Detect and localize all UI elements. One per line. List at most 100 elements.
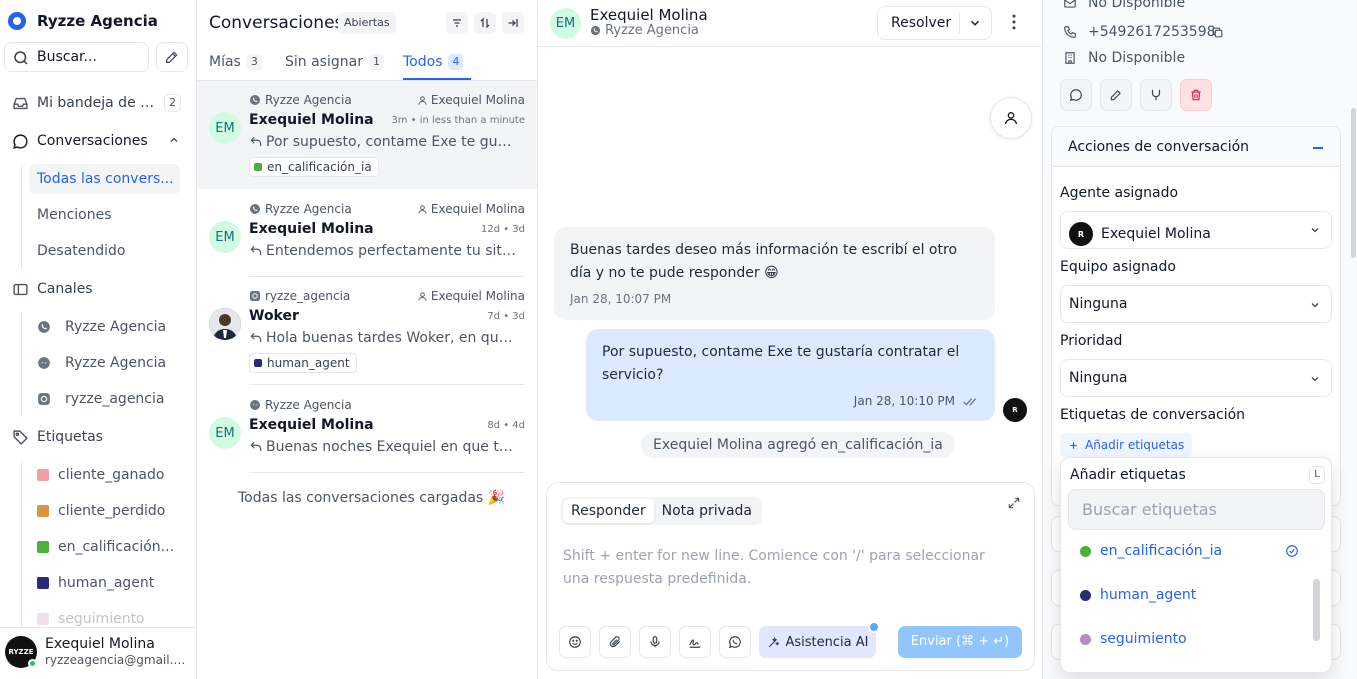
label-option-text: seguimiento — [1100, 631, 1187, 647]
sidebar-item-channel-instagram[interactable]: ryzze_agencia — [29, 384, 180, 414]
tab-mine[interactable]: Mías 3 — [209, 52, 262, 72]
smile-icon — [568, 635, 582, 649]
sidebar-item-all-conversations[interactable]: Todas las convers... — [29, 164, 180, 194]
chevron-up-icon[interactable] — [168, 134, 180, 146]
add-labels-button[interactable]: Añadir etiquetas — [1060, 433, 1193, 457]
incoming-message: Buenas tardes deseo más información te e… — [554, 227, 995, 320]
label-color-swatch — [37, 613, 49, 625]
avatar[interactable]: EM — [550, 8, 581, 39]
send-button[interactable]: Enviar (⌘ + ↵) — [898, 626, 1022, 658]
sidebar-item-labels[interactable]: Etiquetas — [12, 425, 103, 449]
whatsapp-icon — [249, 203, 261, 215]
conversation-item[interactable]: EM Ryzze Agencia Exequiel Molina 8d • 4d… — [197, 386, 537, 473]
avatar — [209, 308, 241, 340]
chevron-down-icon — [1309, 373, 1321, 385]
assignee-name: Exequiel Molina — [430, 289, 525, 303]
phone-icon — [1063, 25, 1081, 39]
sidebar-item-channel-whatsapp[interactable]: Ryzze Agencia — [29, 312, 180, 342]
sidebar-item-unattended[interactable]: Desatendido — [29, 236, 180, 266]
edit-contact-button[interactable] — [1100, 79, 1132, 111]
copy-icon[interactable] — [1211, 26, 1224, 39]
conversation-label[interactable]: human_agent — [249, 353, 357, 373]
priority-select[interactable]: Ninguna — [1060, 359, 1332, 397]
conversation-inbox: Ryzze Agencia — [249, 93, 352, 107]
more-options-icon[interactable] — [1004, 12, 1024, 32]
conversation-item[interactable]: EM Ryzze Agencia Exequiel Molina Exequie… — [197, 190, 537, 277]
delete-contact-button[interactable] — [1180, 79, 1212, 111]
signature-button[interactable] — [679, 626, 711, 658]
tab-label: Mías — [209, 54, 241, 70]
sidebar-item-mentions[interactable]: Menciones — [29, 200, 180, 230]
collapse-icon[interactable] — [1313, 147, 1323, 149]
filter-button[interactable] — [446, 12, 468, 34]
sidebar-search[interactable]: Buscar... — [4, 42, 149, 72]
add-labels-text: Añadir etiquetas — [1085, 438, 1185, 452]
label-search-input[interactable]: Buscar etiquetas — [1068, 489, 1325, 530]
label-option[interactable]: en_calificación_ia — [1080, 543, 1298, 559]
sidebar-item-label: seguimiento — [58, 611, 145, 627]
app-logo[interactable] — [8, 12, 26, 30]
conversation-inbox: ryzze_agencia — [249, 289, 350, 303]
tab-unassigned[interactable]: Sin asignar 1 — [285, 52, 384, 72]
sidebar-item-channel-messenger[interactable]: Ryzze Agencia — [29, 348, 180, 378]
sidebar-item-my-inbox[interactable]: Mi bandeja de e... — [12, 91, 157, 115]
compose-button[interactable] — [156, 42, 188, 72]
sidebar-item-label: cliente_ganado — [58, 467, 165, 483]
label-option[interactable]: human_agent — [1080, 587, 1298, 603]
sidebar-item-conversations[interactable]: Conversaciones — [12, 129, 148, 153]
dropdown-scrollbar[interactable] — [1313, 579, 1320, 641]
label-option[interactable]: seguimiento — [1080, 631, 1298, 647]
contact-name[interactable]: Exequiel Molina — [590, 6, 708, 24]
emoji-button[interactable] — [559, 626, 591, 658]
team-select[interactable]: Ninguna — [1060, 285, 1332, 323]
sidebar-label-item[interactable]: cliente_perdido — [29, 496, 180, 526]
microphone-icon — [648, 635, 662, 649]
ai-assist-button[interactable]: Asistencia AI — [759, 626, 876, 658]
label-color-dot — [254, 163, 262, 171]
tab-all[interactable]: Todos 4 — [403, 52, 464, 72]
sidebar-label-item[interactable]: en_calificación... — [29, 532, 180, 562]
whatsapp-template-button[interactable] — [719, 626, 751, 658]
conversation-item[interactable]: EM Ryzze Agencia Exequiel Molina Exequie… — [197, 81, 537, 189]
current-user[interactable]: RYZZE Exequiel Molina ryzzeagencia@gmail… — [0, 627, 196, 679]
audio-button[interactable] — [639, 626, 671, 658]
expand-icon[interactable] — [1007, 496, 1021, 510]
priority-label: Prioridad — [1060, 333, 1123, 349]
paperclip-icon — [608, 635, 622, 649]
user-icon — [417, 291, 428, 302]
tab-reply[interactable]: Responder — [563, 499, 654, 523]
last-message: Hola buenas tardes Woker, en que p... — [249, 330, 517, 346]
chevron-down-icon — [1309, 224, 1321, 236]
sort-button[interactable] — [474, 12, 496, 34]
panel-scrollbar[interactable] — [1351, 108, 1356, 258]
sidebar-label-item[interactable]: human_agent — [29, 568, 180, 598]
label-color-swatch — [37, 541, 49, 553]
account-name[interactable]: Ryzze Agencia — [37, 12, 158, 30]
conversation-item[interactable]: ryzze_agencia Exequiel Molina Woker 7d •… — [197, 277, 537, 385]
email-value: No Disponible — [1088, 0, 1186, 11]
sidebar-label-item[interactable]: cliente_ganado — [29, 460, 180, 490]
sidebar-item-channels[interactable]: Canales — [12, 277, 93, 301]
inbox-name: Ryzze Agencia — [265, 93, 352, 107]
tab-private-note[interactable]: Nota privada — [654, 499, 760, 523]
merge-contact-button[interactable] — [1140, 79, 1172, 111]
section-header[interactable]: Acciones de conversación — [1052, 127, 1340, 167]
team-label: Equipo asignado — [1060, 259, 1176, 275]
message-input[interactable]: Shift + enter for new line. Comience con… — [563, 545, 1003, 591]
inbox-name: ryzze_agencia — [265, 289, 351, 303]
chevron-down-icon[interactable] — [968, 16, 982, 30]
search-icon — [12, 49, 30, 67]
messenger-icon — [249, 399, 261, 411]
select-value: Exequiel Molina — [1101, 226, 1211, 242]
collapse-panel-button[interactable] — [502, 12, 524, 34]
attach-button[interactable] — [599, 626, 631, 658]
reply-icon — [249, 440, 263, 454]
new-message-button[interactable] — [1060, 79, 1092, 111]
conversation-label[interactable]: en_calificación_ia — [249, 157, 379, 177]
user-icon — [1003, 110, 1019, 126]
agent-select[interactable]: R Exequiel Molina — [1060, 211, 1332, 249]
resolve-button[interactable]: Resolver — [877, 6, 992, 40]
status-filter-chip[interactable]: Abiertas — [338, 12, 396, 34]
contact-panel-toggle[interactable] — [990, 97, 1032, 139]
conversation-actions-section: Acciones de conversación Agente asignado… — [1051, 126, 1341, 506]
